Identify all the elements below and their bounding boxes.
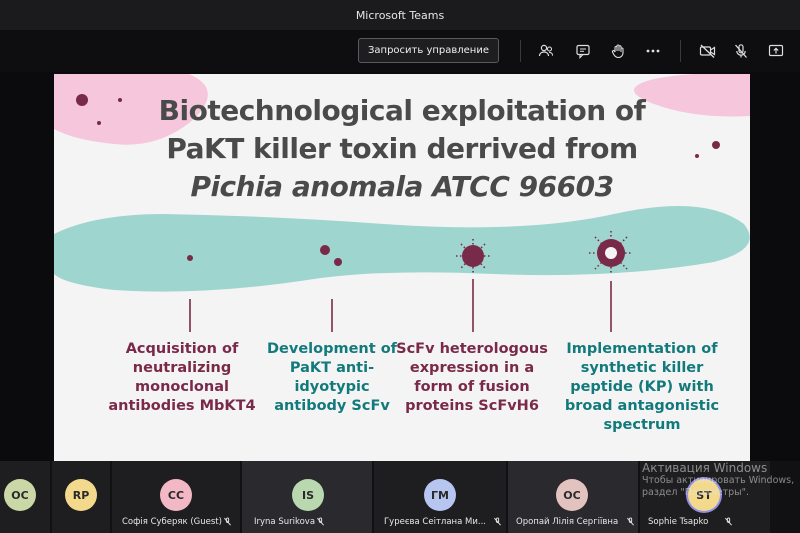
- window-titlebar: Microsoft Teams: [0, 0, 800, 30]
- people-icon[interactable]: [535, 40, 557, 62]
- meeting-toolbar: Запросить управление: [0, 30, 800, 72]
- toolbar-divider: [520, 40, 521, 62]
- step-2-text: Development of PaKT anti-idyotypic antib…: [267, 341, 397, 414]
- avatar: CC: [160, 479, 192, 511]
- raise-hand-icon[interactable]: [607, 40, 629, 62]
- chat-icon[interactable]: [572, 40, 594, 62]
- presentation-slide: Biotechnological exploitation of PaKT ki…: [54, 74, 750, 461]
- window-title: Microsoft Teams: [355, 8, 445, 22]
- step-4-text: Implementation of synthetic killer pepti…: [564, 341, 720, 433]
- participant-tile[interactable]: OC: [0, 461, 50, 533]
- avatar: OC: [4, 479, 36, 511]
- mic-off-icon[interactable]: [730, 40, 752, 62]
- share-screen-icon[interactable]: [765, 40, 787, 62]
- camera-off-icon[interactable]: [697, 40, 719, 62]
- more-icon[interactable]: [642, 40, 664, 62]
- shared-screen-stage: Biotechnological exploitation of PaKT ki…: [0, 72, 800, 461]
- windows-activation-watermark: Активация Windows Чтобы активировать Win…: [642, 462, 800, 499]
- mic-off-icon: [626, 517, 635, 528]
- participant-name: Оропай Лілія Сергіївна: [516, 517, 619, 527]
- participant-name: Софія Суберяк (Guest): [122, 517, 222, 527]
- slide-title-line-2: PaKT killer toxin derrived from: [166, 132, 638, 165]
- participant-name: Iryna Surikova: [254, 517, 316, 527]
- participant-tile[interactable]: OC Оропай Лілія Сергіївна: [508, 461, 638, 533]
- avatar: IS: [292, 479, 324, 511]
- avatar: ГМ: [424, 479, 456, 511]
- mic-off-icon: [223, 517, 232, 528]
- request-control-button[interactable]: Запросить управление: [358, 38, 499, 63]
- toolbar-divider: [680, 40, 681, 62]
- slide-title: Biotechnological exploitation of PaKT ki…: [54, 92, 750, 206]
- step-3-text: ScFv heterologous expression in a form o…: [396, 341, 548, 414]
- participant-tile[interactable]: RP: [52, 461, 110, 533]
- participant-name: Гуреєва Сеітлана Ми...: [384, 517, 486, 527]
- avatar: OC: [556, 479, 588, 511]
- participant-tile[interactable]: ГМ Гуреєва Сеітлана Ми...: [374, 461, 506, 533]
- participant-tile[interactable]: IS Iryna Surikova: [242, 461, 372, 533]
- avatar: RP: [65, 479, 97, 511]
- participant-name: Sophie Tsapko: [648, 517, 709, 527]
- mic-off-icon: [724, 517, 733, 528]
- step-1-text: Acquisition of neutralizing monoclonal a…: [108, 341, 256, 414]
- slide-title-line-1: Biotechnological exploitation of: [158, 94, 646, 127]
- mic-off-icon: [493, 517, 502, 528]
- mic-off-icon: [316, 517, 325, 528]
- watermark-line-2: Чтобы активировать Windows,: [642, 475, 795, 486]
- watermark-title: Активация Windows: [642, 461, 768, 475]
- slide-title-line-3: Pichia anomala ATCC 96603: [190, 170, 614, 203]
- watermark-line-3: раздел "Параметры".: [642, 487, 750, 498]
- participant-tile[interactable]: CC Софія Суберяк (Guest): [112, 461, 240, 533]
